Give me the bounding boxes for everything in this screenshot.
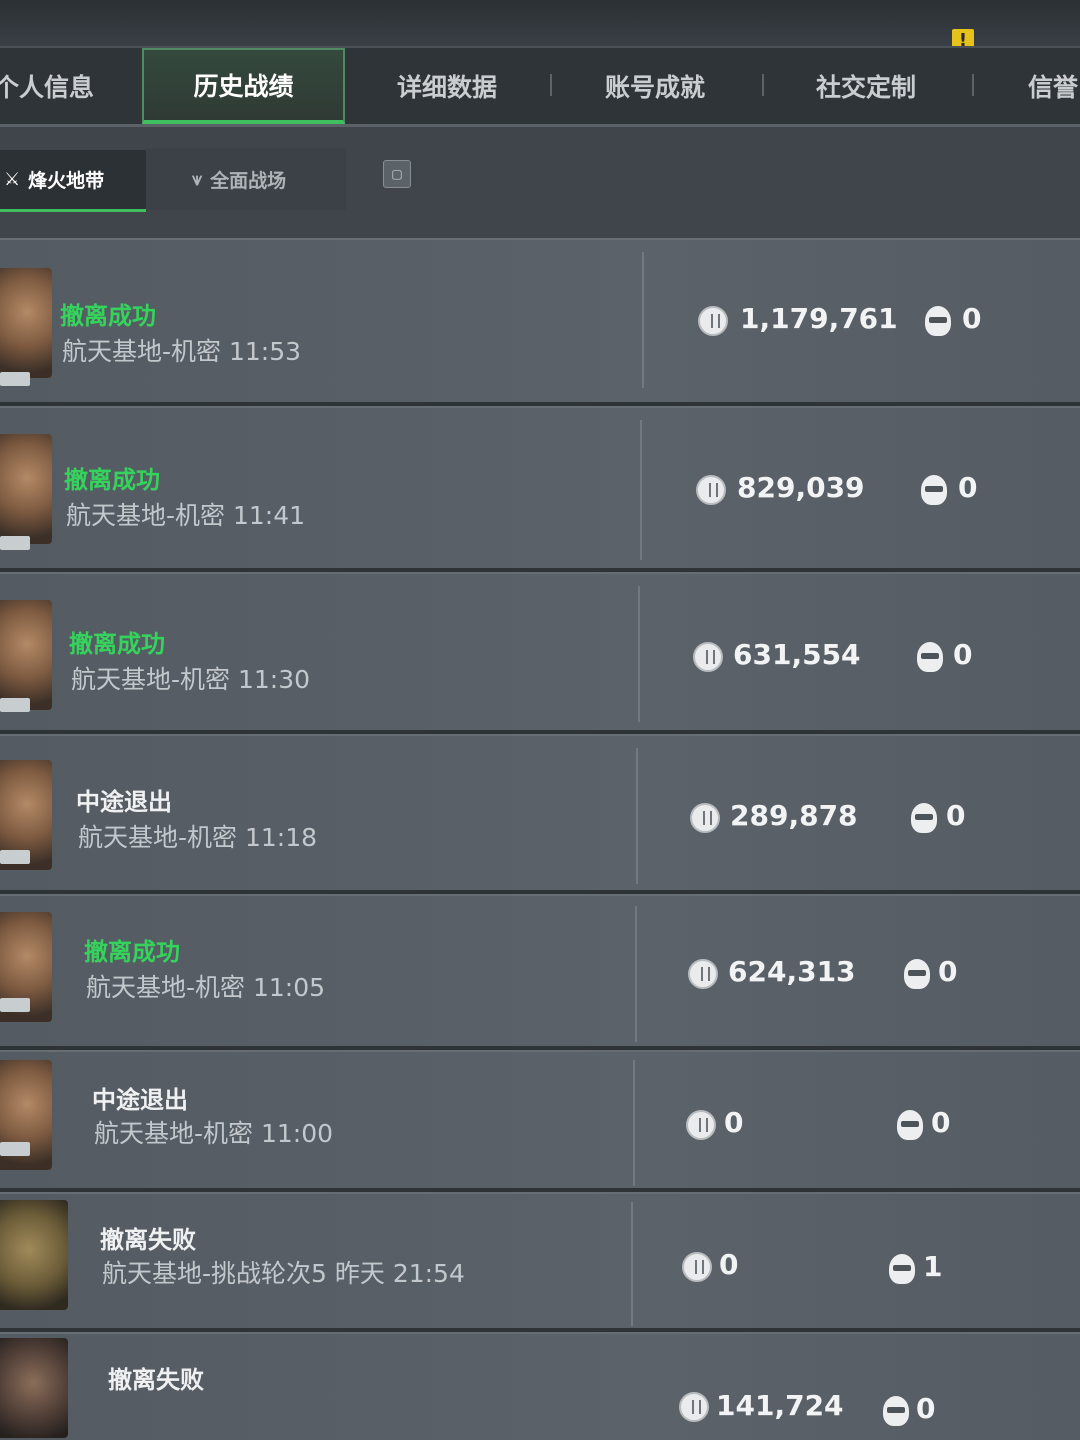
skull-icon <box>917 642 943 672</box>
tab-label: 信誉 <box>1028 73 1079 102</box>
row-divider <box>631 1202 633 1326</box>
record-row[interactable]: 撤离成功 航天基地-机密 11:05 624,313 0 <box>0 894 1080 1050</box>
record-status: 撤离成功 <box>84 938 180 966</box>
subtab-label: 烽火地带 <box>28 170 105 192</box>
coin-icon <box>693 642 723 672</box>
record-coins: 829,039 <box>737 471 865 504</box>
coin-icon <box>696 475 726 505</box>
record-status: 撤离成功 <box>64 466 160 494</box>
record-row[interactable]: 中途退出 航天基地-机密 11:18 289,878 0 <box>0 734 1080 894</box>
coin-icon <box>688 959 718 989</box>
record-row[interactable]: 撤离失败 141,724 0 <box>0 1332 1080 1440</box>
record-status: 中途退出 <box>76 788 172 816</box>
operator-tag-icon <box>0 998 30 1012</box>
record-kills: 0 <box>958 471 978 504</box>
record-coins: 289,878 <box>730 799 858 832</box>
row-divider <box>642 252 644 388</box>
record-row[interactable]: 撤离成功 航天基地-机密 11:53 1,179,761 0 <box>0 238 1080 406</box>
tab-label: 历史战绩 <box>193 72 294 101</box>
operator-tag-icon <box>0 698 30 712</box>
filter-badge[interactable]: ▢ <box>383 160 411 188</box>
record-status: 撤离成功 <box>60 302 156 330</box>
record-coins: 0 <box>724 1106 744 1139</box>
operator-avatar <box>0 1338 68 1438</box>
tab-separator <box>762 74 764 96</box>
record-detail: 航天基地-挑战轮次5 昨天 21:54 <box>102 1259 465 1288</box>
record-detail: 航天基地-机密 11:30 <box>71 665 311 694</box>
record-kills: 0 <box>953 638 973 671</box>
coin-icon <box>698 306 728 336</box>
record-kills: 0 <box>946 799 966 832</box>
tab-profile[interactable]: 个人信息 <box>0 48 124 124</box>
tab-label: 详细数据 <box>397 73 498 102</box>
record-coins: 141,724 <box>716 1389 844 1422</box>
tab-separator <box>550 74 552 96</box>
record-detail: 航天基地-机密 11:18 <box>78 823 318 852</box>
record-detail: 航天基地-机密 11:41 <box>66 501 306 530</box>
record-coins: 624,313 <box>728 955 856 988</box>
subtab-battlefield[interactable]: ⩛ 全面战场 <box>146 148 346 210</box>
skull-icon <box>925 306 951 336</box>
operator-avatar <box>0 268 52 378</box>
tab-label: 个人信息 <box>0 73 95 102</box>
skull-icon <box>883 1396 909 1426</box>
subtab-label: 全面战场 <box>210 169 287 192</box>
record-status: 撤离成功 <box>69 630 165 658</box>
tab-separator <box>972 74 974 96</box>
top-band <box>0 0 1080 50</box>
battlefield-icon: ⩛ <box>192 168 203 190</box>
coin-icon <box>682 1252 712 1282</box>
record-row[interactable]: 撤离失败 航天基地-挑战轮次5 昨天 21:54 0 1 <box>0 1192 1080 1332</box>
record-kills: 0 <box>916 1392 936 1425</box>
coin-icon <box>679 1392 709 1422</box>
operator-tag-icon <box>0 536 30 550</box>
tab-history[interactable]: 历史战绩 <box>142 48 345 124</box>
tab-label: 账号成就 <box>605 73 706 102</box>
record-row[interactable]: 撤离成功 航天基地-机密 11:30 631,554 0 <box>0 572 1080 734</box>
zone-icon: ⚔ <box>4 169 21 190</box>
tab-social[interactable]: 社交定制 <box>816 48 916 124</box>
record-coins: 1,179,761 <box>740 302 898 335</box>
operator-tag-icon <box>0 1142 30 1156</box>
record-kills: 0 <box>931 1106 951 1139</box>
coin-icon <box>686 1110 716 1140</box>
operator-tag-icon <box>0 372 30 386</box>
record-row[interactable]: 中途退出 航天基地-机密 11:00 0 0 <box>0 1050 1080 1192</box>
skull-icon <box>911 803 937 833</box>
row-divider <box>633 1060 635 1186</box>
main-tab-bar: 个人信息 历史战绩 详细数据 账号成就 社交定制 信誉 <box>0 46 1080 127</box>
row-divider <box>636 748 638 884</box>
record-kills: 1 <box>923 1250 943 1283</box>
skull-icon <box>904 959 930 989</box>
tab-achievements[interactable]: 账号成就 <box>605 48 705 124</box>
record-row[interactable]: 撤离成功 航天基地-机密 11:41 829,039 0 <box>0 406 1080 572</box>
row-divider <box>640 420 642 560</box>
skull-icon <box>897 1110 923 1140</box>
tab-detailed-data[interactable]: 详细数据 <box>397 48 497 124</box>
record-kills: 0 <box>962 302 982 335</box>
operator-avatar <box>0 600 52 710</box>
record-coins: 631,554 <box>733 638 861 671</box>
record-status: 撤离失败 <box>108 1366 204 1394</box>
subtab-zone[interactable]: ⚔ 烽火地带 <box>0 150 146 212</box>
row-divider <box>635 906 637 1042</box>
skull-icon <box>889 1254 915 1284</box>
row-divider <box>638 586 640 722</box>
record-kills: 0 <box>938 955 958 988</box>
record-detail: 航天基地-机密 11:00 <box>94 1119 334 1148</box>
operator-avatar <box>0 434 52 544</box>
record-detail: 航天基地-机密 11:05 <box>86 973 326 1002</box>
record-coins: 0 <box>719 1248 739 1281</box>
tab-label: 社交定制 <box>816 73 917 102</box>
skull-icon <box>921 475 947 505</box>
tab-reputation[interactable]: 信誉 <box>1028 48 1078 124</box>
record-status: 撤离失败 <box>100 1226 196 1254</box>
operator-tag-icon <box>0 850 30 864</box>
record-detail: 航天基地-机密 11:53 <box>62 337 302 366</box>
operator-avatar <box>0 1200 68 1310</box>
coin-icon <box>690 803 720 833</box>
record-status: 中途退出 <box>92 1086 188 1114</box>
